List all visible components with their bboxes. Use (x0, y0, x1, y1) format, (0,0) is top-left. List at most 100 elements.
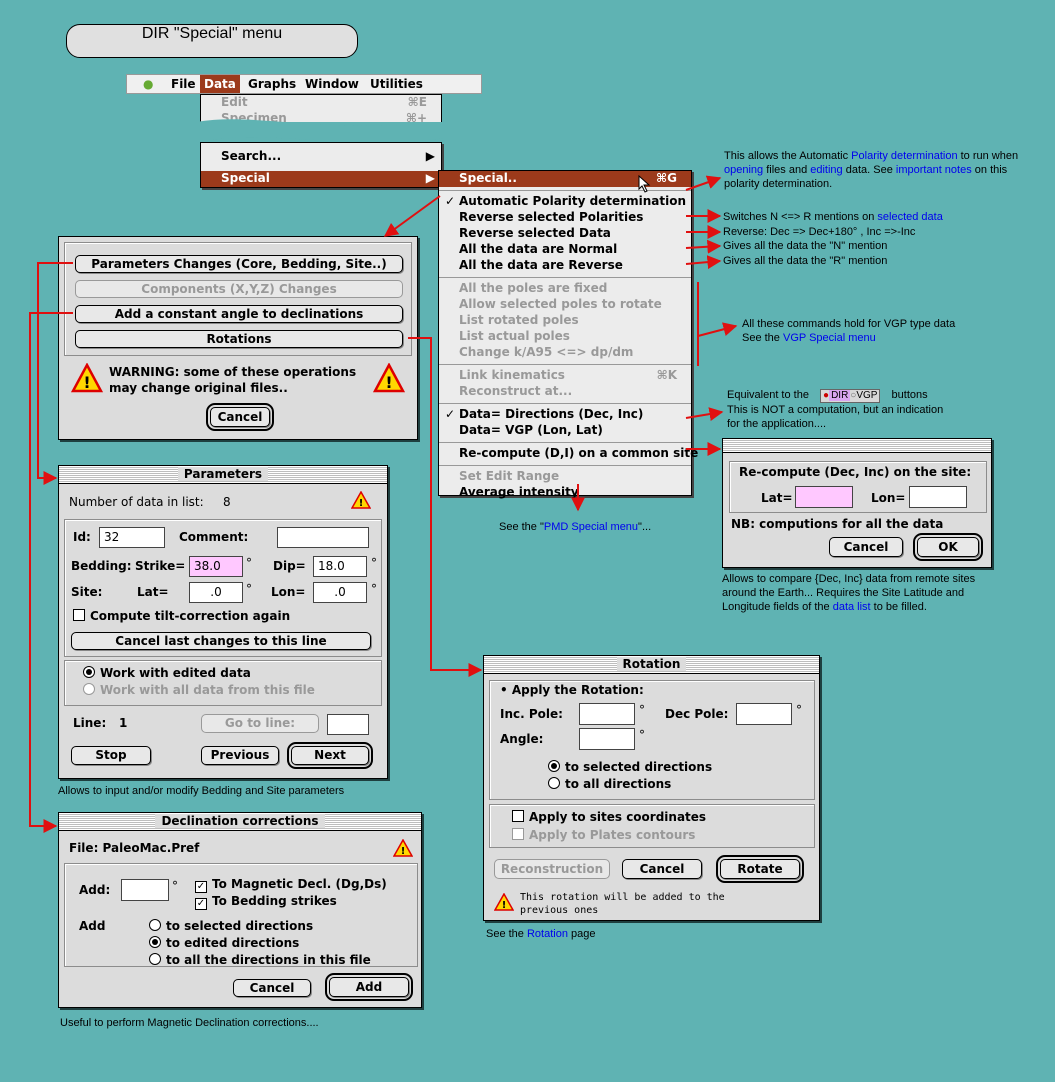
next-button[interactable]: Next (287, 742, 373, 769)
strike-field[interactable]: 38.0 (189, 556, 243, 577)
cancel-button[interactable]: Cancel (206, 403, 274, 431)
apply-sites-checkbox[interactable]: Apply to sites coordinates (512, 810, 706, 824)
radio-to-edited[interactable]: to edited directions (149, 936, 299, 950)
note-bedding: Allows to input and/or modify Bedding an… (58, 785, 345, 797)
recompute-lon-field[interactable] (909, 486, 967, 508)
menu-item-edit: Edit ⌘E (221, 95, 427, 109)
ndata-value: 8 (223, 495, 231, 509)
recompute-cancel-button[interactable]: Cancel (829, 537, 903, 557)
link-vgp-special-menu[interactable]: VGP Special menu (783, 332, 876, 344)
svg-text:!: ! (502, 900, 507, 911)
menu-item-data-vgp[interactable]: Data= VGP (Lon, Lat) (439, 423, 691, 439)
radio-all-directions[interactable]: to all directions (548, 777, 671, 791)
dir-vgp-buttons: ● DIR ○VGP (820, 389, 881, 403)
link-important-notes[interactable]: important notes (896, 164, 972, 176)
rotations-button[interactable]: Rotations (75, 330, 403, 348)
warning-icon: ! (393, 839, 413, 857)
to-bedding-checkbox[interactable]: ✓ To Bedding strikes (195, 894, 337, 910)
angle-label: Angle: (500, 732, 544, 746)
link-polarity-determination[interactable]: Polarity determination (851, 150, 957, 162)
rotate-button[interactable]: Rotate (716, 855, 804, 883)
lat-field[interactable]: .0 (189, 582, 243, 603)
menu-item-auto-polarity[interactable]: ✓ Automatic Polarity determination (439, 194, 691, 210)
menu-window[interactable]: Window (305, 75, 359, 93)
line-value: 1 (119, 716, 128, 730)
menu-item-data-directions[interactable]: ✓ Data= Directions (Dec, Inc) (439, 407, 691, 423)
menu-item-all-normal[interactable]: All the data are Normal (439, 242, 691, 258)
apple-icon[interactable]: ● (143, 75, 153, 93)
decl-add-button[interactable]: Add (325, 973, 413, 1001)
link-editing[interactable]: editing (810, 164, 842, 176)
window-titlebar[interactable]: Rotation (484, 656, 819, 674)
dip-label: Dip= (273, 559, 306, 573)
add-label: Add: (79, 883, 111, 897)
menu-item-special-header[interactable]: Special.. ⌘G (439, 171, 691, 187)
window-titlebar[interactable] (723, 439, 991, 453)
window-titlebar[interactable]: Parameters (59, 466, 387, 484)
link-rotation[interactable]: Rotation (527, 928, 568, 940)
goto-line-field[interactable] (327, 714, 369, 735)
radio-to-all[interactable]: to all the directions in this file (149, 953, 371, 967)
menu-item-average-intensity[interactable]: Average intensity (439, 485, 691, 501)
recompute-lat-label: Lat= (761, 491, 793, 505)
radio-work-all: Work with all data from this file (83, 683, 315, 697)
svg-text:!: ! (83, 373, 90, 392)
add-label-2: Add (79, 919, 106, 933)
recompute-ok-button[interactable]: OK (913, 533, 983, 561)
add-constant-angle-button[interactable]: Add a constant angle to declinations (75, 305, 403, 323)
lon-field[interactable]: .0 (313, 582, 367, 603)
note-rotation: See the Rotation page (486, 928, 596, 940)
link-pmd-special-menu[interactable]: PMD Special menu (544, 521, 638, 533)
menu-item-reverse-polarities[interactable]: Reverse selected Polarities (439, 210, 691, 226)
menu-item-special[interactable]: Special ▶ (201, 171, 441, 187)
note-decl: Useful to perform Magnetic Declination c… (60, 1017, 319, 1029)
menu-data[interactable]: Data (200, 75, 240, 93)
page-title: DIR "Special" menu (66, 24, 358, 58)
parameters-changes-button[interactable]: Parameters Changes (Core, Bedding, Site.… (75, 255, 403, 273)
dec-pole-field[interactable] (736, 703, 792, 725)
menu-item-link-kinematics: Link kinematics ⌘K (459, 368, 677, 382)
window-titlebar[interactable]: Declination corrections (59, 813, 421, 831)
declination-window: Declination corrections File: PaleoMac.P… (58, 812, 422, 1008)
note-polarity: This allows the Automatic Polarity deter… (724, 150, 1019, 190)
menu-item-recompute[interactable]: Re-compute (D,I) on a common site (439, 446, 698, 462)
radio-to-selected[interactable]: to selected directions (149, 919, 313, 933)
menu-file[interactable]: File (171, 75, 196, 93)
menu-item-all-reverse[interactable]: All the data are Reverse (439, 258, 691, 274)
link-data-list[interactable]: data list (833, 601, 871, 613)
line-label: Line: (73, 716, 107, 730)
menu-item-search[interactable]: Search... ▶ (201, 149, 441, 165)
recompute-window: Re-compute (Dec, Inc) on the site: Lat= … (722, 438, 992, 568)
previous-button[interactable]: Previous (201, 746, 279, 765)
recompute-title: Re-compute (Dec, Inc) on the site: (739, 465, 972, 479)
add-field[interactable] (121, 879, 169, 901)
note-vgp: All these commands hold for VGP type dat… (742, 318, 956, 344)
dip-field[interactable]: 18.0 (313, 556, 367, 577)
strike-label: Strike= (135, 559, 186, 573)
stop-button[interactable]: Stop (71, 746, 151, 765)
menu-item-poles-rotate: Allow selected poles to rotate (459, 297, 662, 311)
rotation-cancel-button[interactable]: Cancel (622, 859, 702, 879)
menu-item-reverse-data[interactable]: Reverse selected Data (439, 226, 691, 242)
inc-pole-field[interactable] (579, 703, 635, 725)
inc-pole-label: Inc. Pole: (500, 707, 563, 721)
angle-field[interactable] (579, 728, 635, 750)
radio-work-edited[interactable]: Work with edited data (83, 666, 251, 680)
recompute-lon-label: Lon= (871, 491, 906, 505)
menubar: ● File Data Graphs Window Utilities (126, 74, 482, 94)
tilt-checkbox[interactable]: Compute tilt-correction again (73, 609, 290, 623)
file-label: File: PaleoMac.Pref (69, 841, 200, 855)
menu-utilities[interactable]: Utilities (370, 75, 423, 93)
link-opening[interactable]: opening (724, 164, 763, 176)
cancel-last-changes-button[interactable]: Cancel last changes to this line (71, 632, 371, 650)
comment-field[interactable] (277, 527, 369, 548)
id-field[interactable]: 32 (99, 527, 165, 548)
cursor-icon (638, 175, 651, 193)
radio-selected-directions[interactable]: to selected directions (548, 760, 712, 774)
to-magnetic-checkbox[interactable]: ✓ To Magnetic Decl. (Dg,Ds) (195, 877, 387, 893)
note-switch: Switches N <=> R mentions on selected da… (723, 211, 943, 223)
link-selected-data[interactable]: selected data (877, 211, 942, 223)
decl-cancel-button[interactable]: Cancel (233, 979, 311, 997)
recompute-lat-field[interactable] (795, 486, 853, 508)
menu-graphs[interactable]: Graphs (248, 75, 296, 93)
